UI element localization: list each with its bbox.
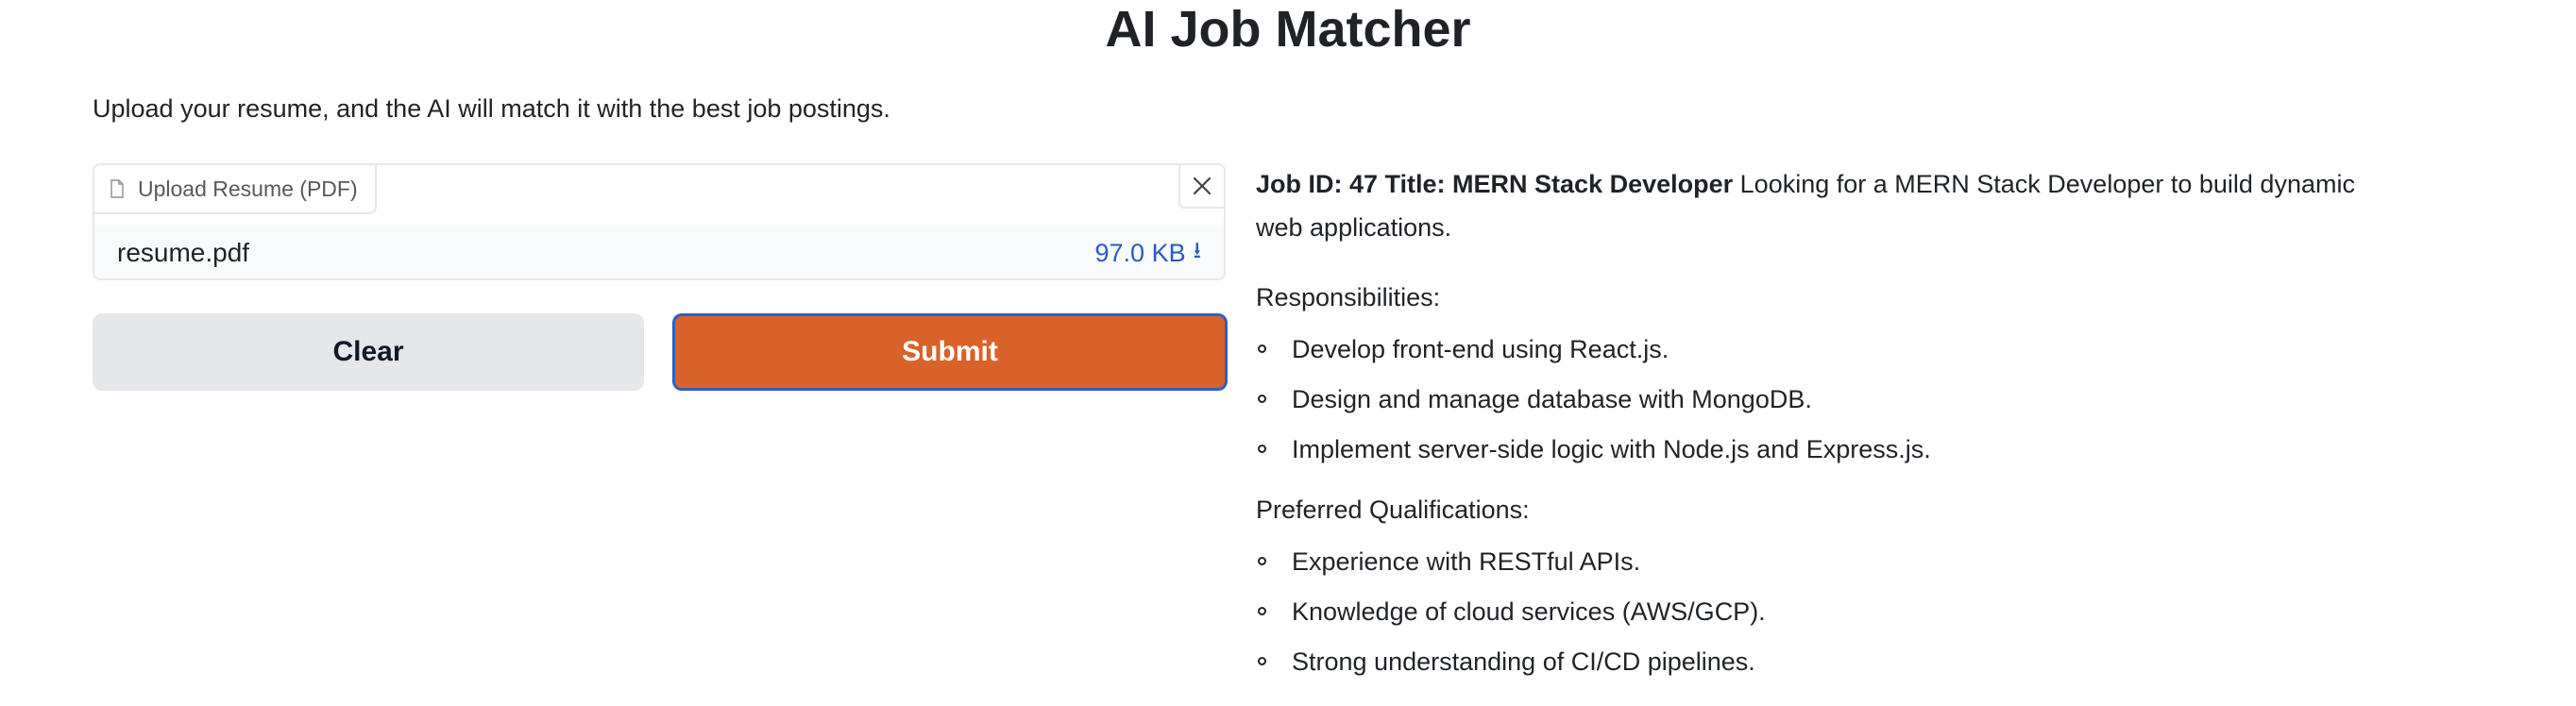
job-id-title: Job ID: 47 Title: MERN Stack Developer: [1256, 170, 1734, 198]
bullet-icon: [1258, 657, 1266, 665]
list-item-text: Strong understanding of CI/CD pipelines.: [1292, 647, 1755, 676]
qualifications-heading: Preferred Qualifications:: [1256, 496, 1530, 524]
upload-label-text: Upload Resume (PDF): [138, 176, 358, 201]
clear-button[interactable]: Clear: [93, 313, 644, 391]
list-item: Strong understanding of CI/CD pipelines.: [1256, 637, 2389, 687]
bullet-icon: [1258, 557, 1266, 565]
job-header: Job ID: 47 Title: MERN Stack Developer L…: [1256, 162, 2389, 249]
list-item: Experience with RESTful APIs.: [1256, 537, 2389, 587]
list-item: Knowledge of cloud services (AWS/GCP).: [1256, 587, 2389, 637]
list-item-text: Experience with RESTful APIs.: [1292, 547, 1641, 576]
responsibilities-list: Develop front-end using React.js. Design…: [1256, 325, 2389, 475]
bullet-icon: [1258, 395, 1266, 403]
list-item: Implement server-side logic with Node.js…: [1256, 425, 2389, 475]
file-size: 97.0 KB: [1094, 238, 1186, 267]
close-icon: [1193, 176, 1212, 195]
download-icon: ⭳: [1193, 237, 1201, 263]
bullet-icon: [1258, 607, 1266, 615]
bullet-icon: [1258, 345, 1266, 353]
file-download-link[interactable]: 97.0 KB ⭳: [1095, 234, 1201, 273]
remove-file-button[interactable]: [1178, 165, 1224, 209]
job-match-output: Job ID: 47 Title: MERN Stack Developer L…: [1256, 162, 2389, 687]
resume-upload-component[interactable]: Upload Resume (PDF) resume.pdf 97.0 KB ⭳: [93, 163, 1226, 280]
file-icon: [110, 179, 124, 198]
list-item-text: Design and manage database with MongoDB.: [1292, 385, 1812, 413]
list-item: Develop front-end using React.js.: [1256, 325, 2389, 375]
list-item: Design and manage database with MongoDB.: [1256, 375, 2389, 425]
upload-label-badge: Upload Resume (PDF): [94, 165, 377, 214]
file-name: resume.pdf: [117, 238, 250, 267]
submit-button[interactable]: Submit: [672, 313, 1228, 391]
qualifications-list: Experience with RESTful APIs. Knowledge …: [1256, 537, 2389, 687]
page-title: AI Job Matcher: [1105, 1, 1471, 58]
list-item-text: Implement server-side logic with Node.js…: [1292, 435, 1931, 463]
page-description: Upload your resume, and the AI will matc…: [93, 94, 890, 123]
uploaded-file-row: resume.pdf 97.0 KB ⭳: [94, 226, 1224, 278]
list-item-text: Develop front-end using React.js.: [1292, 335, 1669, 363]
bullet-icon: [1258, 445, 1266, 453]
responsibilities-heading: Responsibilities:: [1256, 283, 1441, 311]
list-item-text: Knowledge of cloud services (AWS/GCP).: [1292, 597, 1766, 626]
